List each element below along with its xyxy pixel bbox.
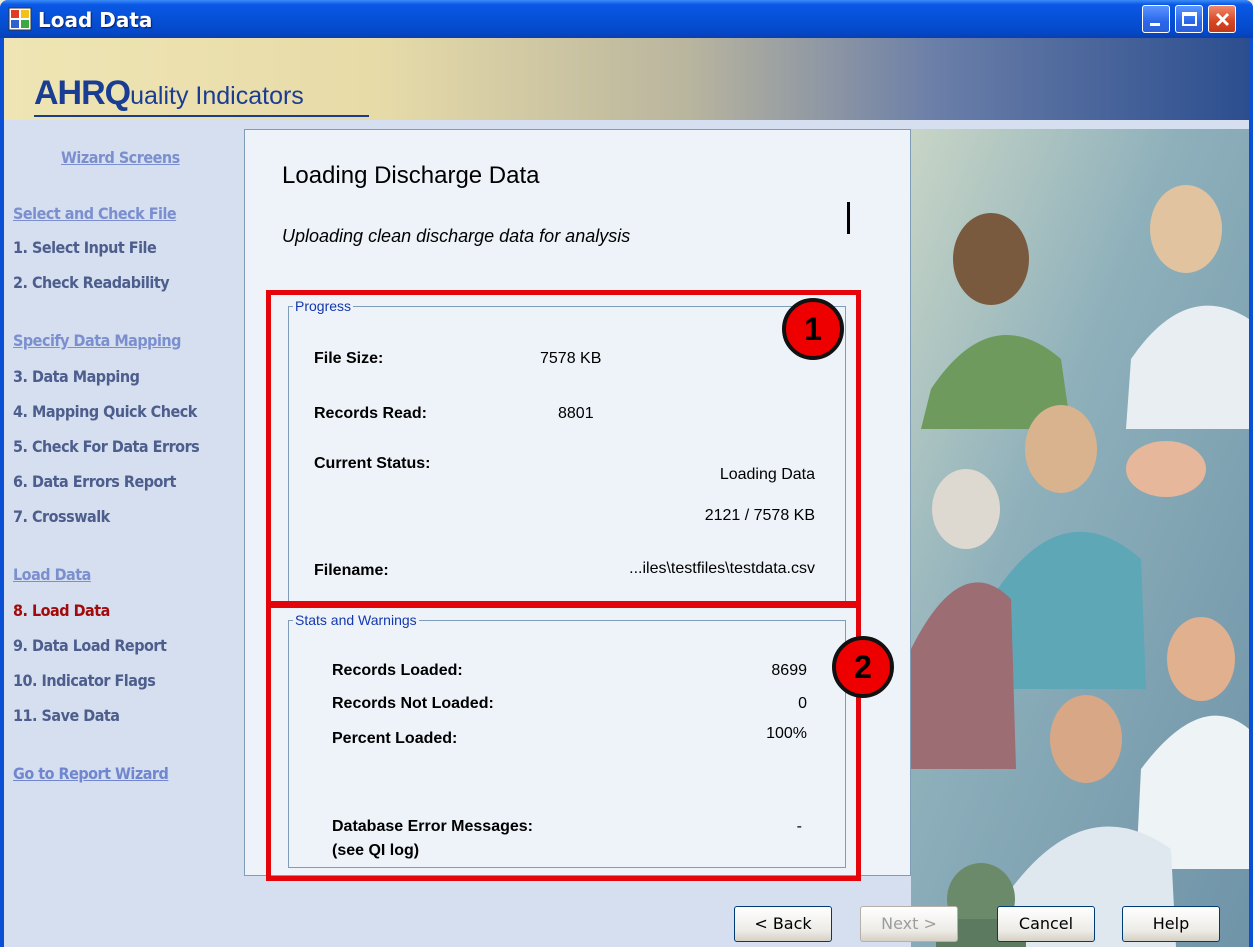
title-bar[interactable]: Load Data	[0, 0, 1253, 38]
text-cursor	[847, 202, 850, 234]
sidebar-item-check-readability[interactable]: 2. Check Readability	[13, 273, 170, 292]
next-button[interactable]: Next >	[860, 906, 958, 942]
sidebar-item-indicator-flags[interactable]: 10. Indicator Flags	[13, 671, 156, 690]
close-icon	[1215, 12, 1230, 27]
maximize-icon	[1182, 12, 1197, 26]
wizard-sidebar: Wizard Screens Select and Check File 1. …	[4, 120, 244, 947]
sidebar-item-data-mapping[interactable]: 3. Data Mapping	[13, 367, 140, 386]
minimize-button[interactable]	[1142, 5, 1170, 33]
help-button[interactable]: Help	[1122, 906, 1220, 942]
sidebar-item-load-data[interactable]: 8. Load Data	[13, 601, 110, 620]
page-subtitle: Uploading clean discharge data for analy…	[282, 226, 631, 246]
sidebar-item-mapping-quick-check[interactable]: 4. Mapping Quick Check	[13, 402, 197, 421]
callout-badge-1: 1	[782, 298, 844, 360]
window-title: Load Data	[38, 8, 153, 32]
sidebar-item-crosswalk[interactable]: 7. Crosswalk	[13, 507, 110, 526]
sidebar-section-load-data: Load Data	[13, 565, 91, 584]
ahrq-logo: AHRQuality Indicators	[34, 74, 304, 113]
sidebar-item-save-data[interactable]: 11. Save Data	[13, 706, 120, 725]
logo-rest: uality Indicators	[130, 82, 304, 110]
maximize-button[interactable]	[1175, 5, 1203, 33]
callout-box-1	[266, 290, 861, 608]
app-icon	[8, 7, 32, 31]
minimize-icon	[1150, 23, 1160, 26]
back-button[interactable]: < Back	[734, 906, 832, 942]
close-button[interactable]	[1208, 5, 1236, 33]
report-wizard-link[interactable]: Go to Report Wizard	[13, 764, 169, 783]
logo-bold: AHRQ	[34, 74, 131, 112]
sidebar-section-select-check: Select and Check File	[13, 204, 177, 223]
callout-box-2	[266, 601, 861, 881]
sidebar-heading: Wizard Screens	[61, 148, 180, 167]
sidebar-item-data-errors-report[interactable]: 6. Data Errors Report	[13, 472, 176, 491]
healthcare-illustration	[911, 129, 1249, 947]
sidebar-item-data-load-report[interactable]: 9. Data Load Report	[13, 636, 167, 655]
sidebar-item-select-input-file[interactable]: 1. Select Input File	[13, 238, 157, 257]
banner: AHRQuality Indicators	[4, 38, 1249, 120]
page-title: Loading Discharge Data	[282, 162, 540, 189]
sidebar-section-data-mapping: Specify Data Mapping	[13, 331, 181, 350]
callout-badge-2: 2	[832, 636, 894, 698]
sidebar-item-check-data-errors[interactable]: 5. Check For Data Errors	[13, 437, 200, 456]
cancel-button[interactable]: Cancel	[997, 906, 1095, 942]
logo-underline	[34, 115, 369, 117]
